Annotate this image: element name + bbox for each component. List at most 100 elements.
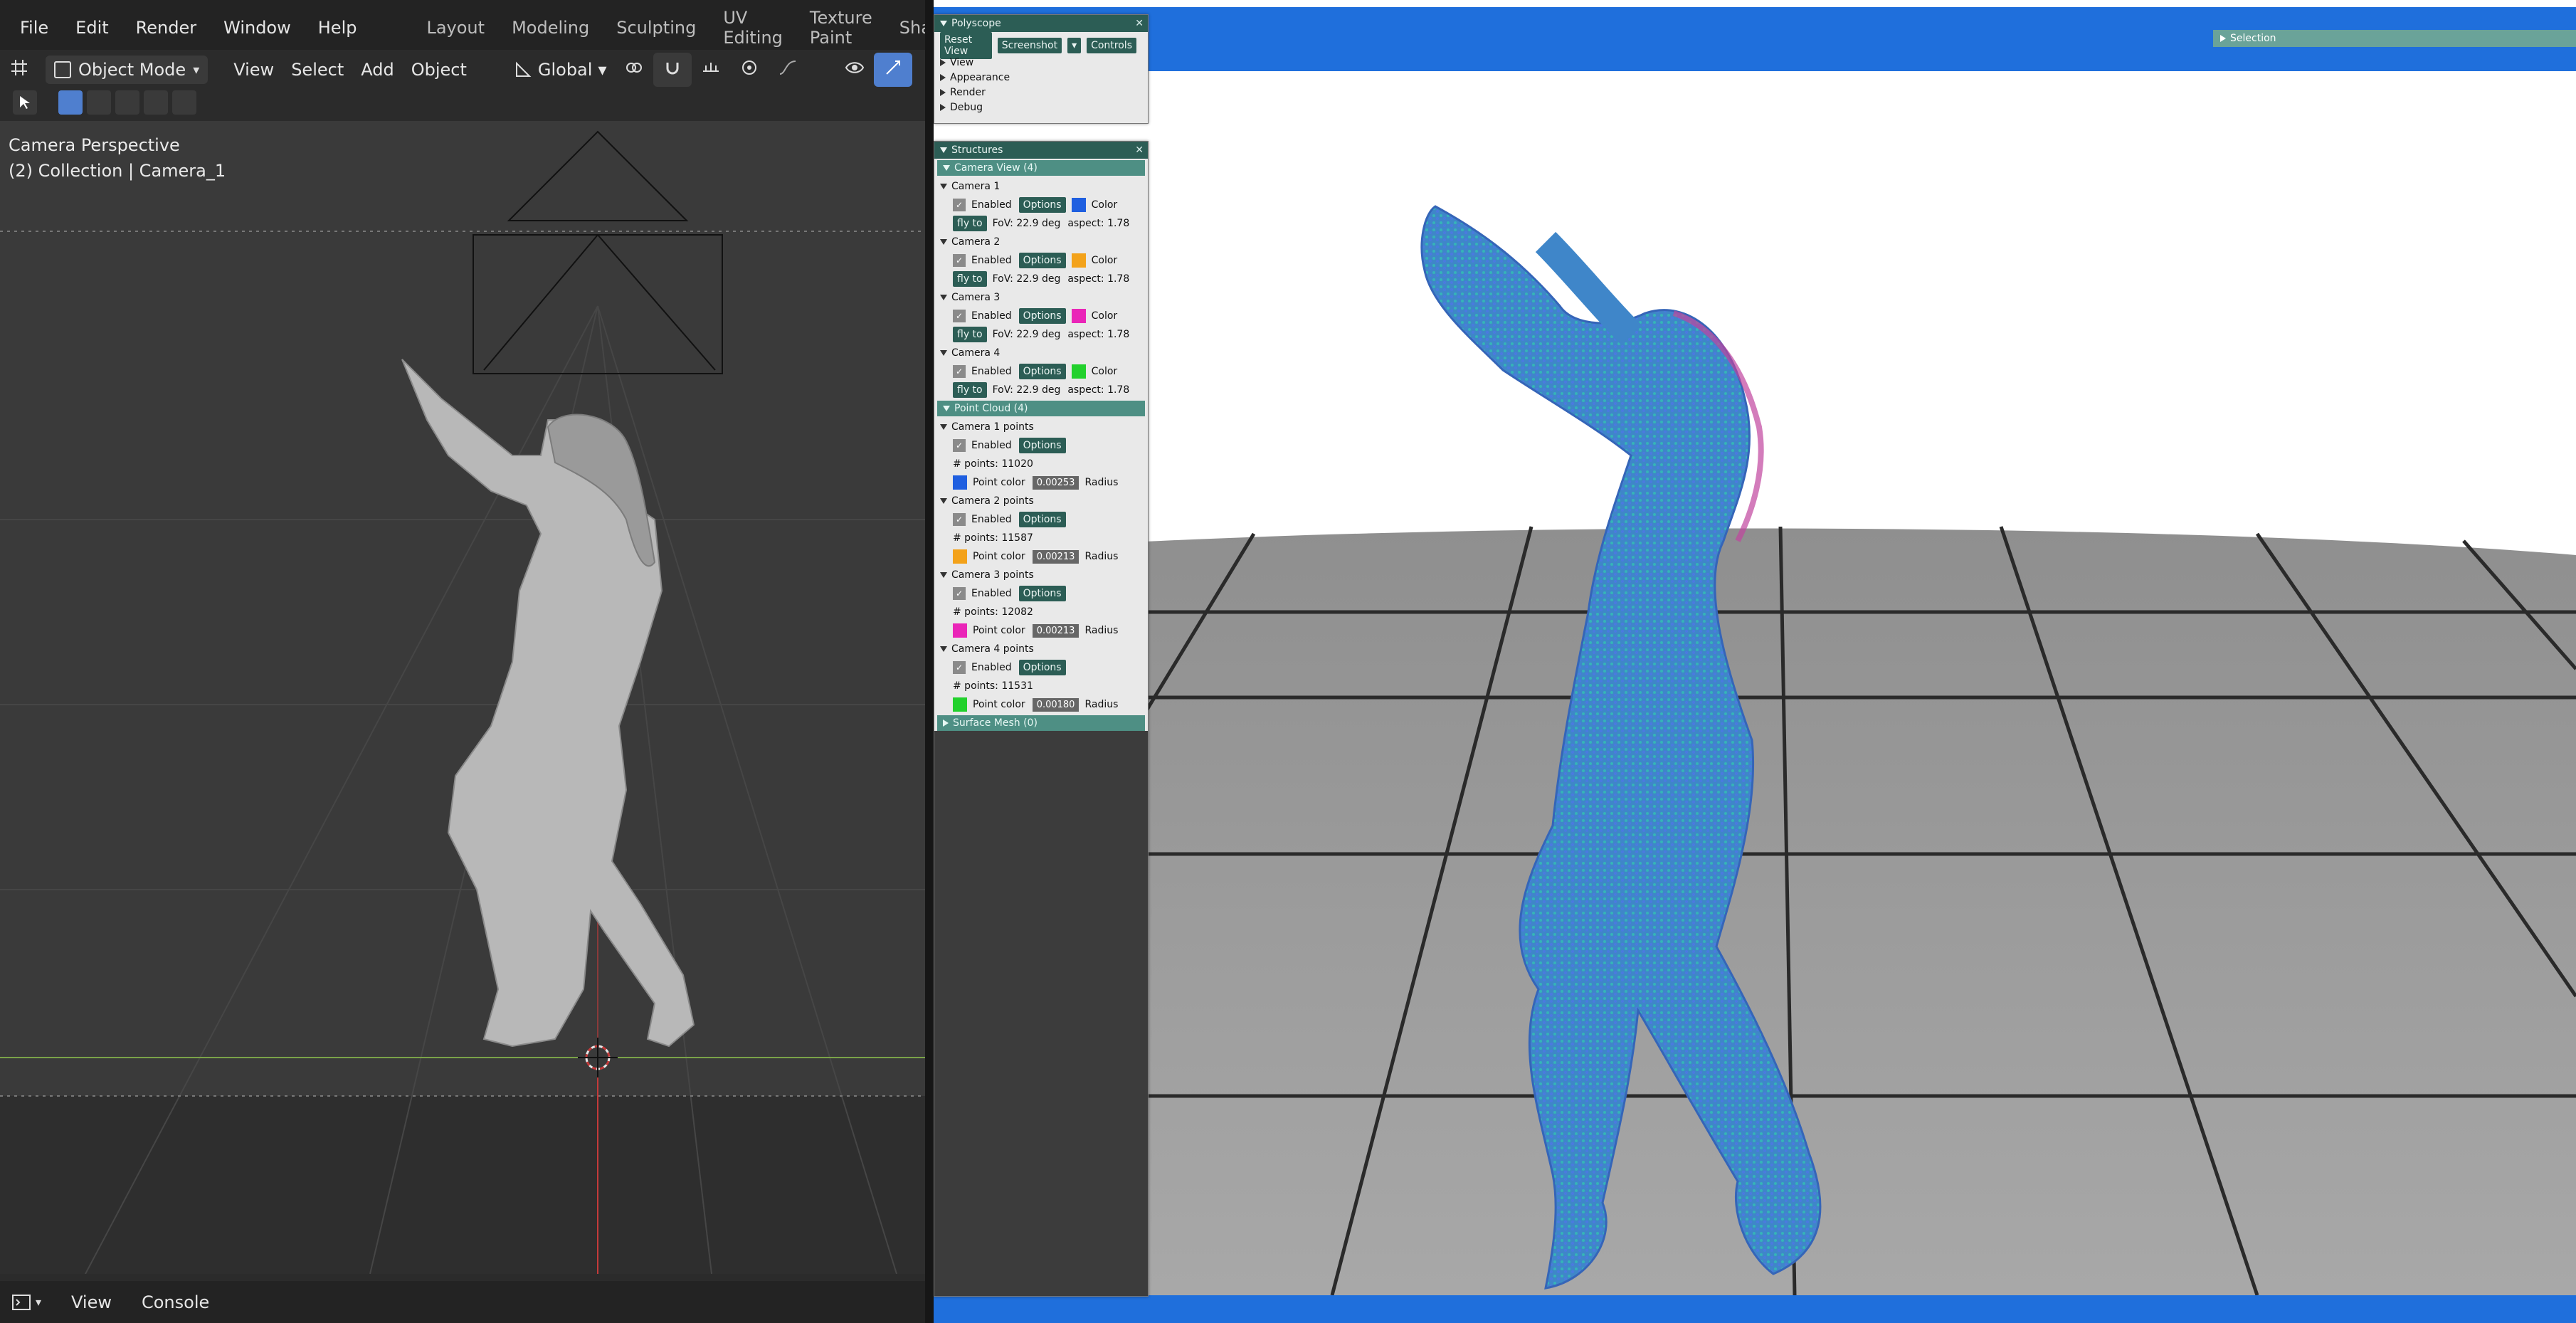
options-button[interactable]: Options xyxy=(1018,438,1066,453)
enabled-checkbox[interactable]: ✓ xyxy=(953,661,966,674)
snap-target-dropdown[interactable] xyxy=(692,53,730,87)
radius-slider[interactable]: 0.00213 xyxy=(1032,549,1080,564)
point-color-swatch[interactable] xyxy=(953,475,967,490)
enabled-checkbox[interactable]: ✓ xyxy=(953,254,966,267)
select-mode-subtract[interactable] xyxy=(115,90,139,115)
menu-view[interactable]: View xyxy=(225,56,283,84)
structures-panel-title: Structures xyxy=(951,144,1003,156)
select-mode-intersect[interactable] xyxy=(172,90,196,115)
proportional-edit-toggle[interactable] xyxy=(730,53,769,87)
enabled-checkbox[interactable]: ✓ xyxy=(953,587,966,600)
point-cloud-controls-row: ✓ Enabled Options xyxy=(940,436,1142,455)
object-mode-dropdown[interactable]: Object Mode ▾ xyxy=(46,56,208,84)
radius-slider[interactable]: 0.00213 xyxy=(1032,623,1080,638)
3d-viewport[interactable]: Camera Perspective (2) Collection | Came… xyxy=(0,121,925,1274)
appearance-tree-item[interactable]: Appearance xyxy=(940,70,1142,85)
enabled-checkbox[interactable]: ✓ xyxy=(953,513,966,526)
radius-slider[interactable]: 0.00180 xyxy=(1032,697,1080,712)
camera-item[interactable]: Camera 4 xyxy=(940,344,1142,362)
enabled-checkbox[interactable]: ✓ xyxy=(953,199,966,211)
options-button[interactable]: Options xyxy=(1018,512,1066,527)
camera-color-swatch[interactable] xyxy=(1071,364,1086,379)
point-cloud-item[interactable]: Camera 3 points xyxy=(940,566,1142,584)
workspace-tab-texture-paint[interactable]: Texture Paint xyxy=(810,8,872,48)
tool-select-button[interactable] xyxy=(13,90,37,115)
proportional-falloff-dropdown[interactable] xyxy=(769,53,807,87)
menu-render[interactable]: Render xyxy=(136,18,196,38)
fly-to-button[interactable]: fly to xyxy=(953,382,987,398)
menu-edit[interactable]: Edit xyxy=(75,18,108,38)
screenshot-dropdown[interactable]: ▾ xyxy=(1067,38,1082,53)
workspace-tab-uv-editing[interactable]: UV Editing xyxy=(723,8,783,48)
point-color-swatch[interactable] xyxy=(953,549,967,564)
editor-type-dropdown[interactable] xyxy=(0,53,38,87)
snap-toggle[interactable] xyxy=(653,53,692,87)
options-button[interactable]: Options xyxy=(1018,364,1066,379)
controls-button[interactable]: Controls xyxy=(1087,38,1136,53)
point-color-swatch[interactable] xyxy=(953,623,967,638)
camera-item[interactable]: Camera 1 xyxy=(940,177,1142,196)
point-cloud-section[interactable]: Point Cloud (4) xyxy=(937,401,1145,416)
camera-item[interactable]: Camera 3 xyxy=(940,288,1142,307)
status-view-menu[interactable]: View xyxy=(63,1288,120,1317)
pivot-dropdown[interactable] xyxy=(615,53,653,87)
screenshot-button[interactable]: Screenshot xyxy=(997,38,1062,53)
options-button[interactable]: Options xyxy=(1018,253,1066,268)
menu-help[interactable]: Help xyxy=(318,18,357,38)
gizmo-toggle[interactable] xyxy=(874,53,913,87)
viewport-scene xyxy=(0,130,925,1274)
close-icon[interactable]: ✕ xyxy=(1135,18,1144,29)
snap-increment-icon xyxy=(703,63,719,72)
point-cloud-item[interactable]: Camera 4 points xyxy=(940,640,1142,658)
point-style-row: Point color 0.00180 Radius xyxy=(940,695,1142,714)
workspace-tab-modeling[interactable]: Modeling xyxy=(512,18,589,38)
camera-color-swatch[interactable] xyxy=(1071,309,1086,323)
camera-color-swatch[interactable] xyxy=(1071,253,1086,268)
camera-color-swatch[interactable] xyxy=(1071,198,1086,212)
fly-to-button[interactable]: fly to xyxy=(953,216,987,231)
enabled-checkbox[interactable]: ✓ xyxy=(953,439,966,452)
visibility-dropdown[interactable] xyxy=(835,53,874,87)
window-divider[interactable] xyxy=(925,0,934,1323)
fly-to-button[interactable]: fly to xyxy=(953,327,987,342)
console-editor-dropdown[interactable]: ▾ xyxy=(11,1292,41,1312)
options-button[interactable]: Options xyxy=(1018,308,1066,324)
radius-label: Radius xyxy=(1084,625,1119,636)
enabled-label: Enabled xyxy=(971,440,1012,451)
menu-window[interactable]: Window xyxy=(223,18,291,38)
surface-mesh-section[interactable]: Surface Mesh (0) xyxy=(937,715,1145,731)
enabled-checkbox[interactable]: ✓ xyxy=(953,365,966,378)
select-mode-invert[interactable] xyxy=(144,90,168,115)
enabled-checkbox[interactable]: ✓ xyxy=(953,310,966,322)
render-tree-item[interactable]: Render xyxy=(940,85,1142,100)
fly-to-button[interactable]: fly to xyxy=(953,271,987,287)
selection-panel-header[interactable]: Selection xyxy=(2213,30,2576,47)
camera-item[interactable]: Camera 2 xyxy=(940,233,1142,251)
orientation-dropdown[interactable]: Global ▾ xyxy=(504,55,616,85)
status-console-menu[interactable]: Console xyxy=(133,1288,218,1317)
point-cloud-item[interactable]: Camera 2 points xyxy=(940,492,1142,510)
workspace-tab-sculpting[interactable]: Sculpting xyxy=(616,18,696,38)
options-button[interactable]: Options xyxy=(1018,660,1066,675)
menu-select[interactable]: Select xyxy=(283,56,352,84)
reset-view-button[interactable]: Reset View xyxy=(940,32,992,59)
menu-add[interactable]: Add xyxy=(352,56,402,84)
menu-object[interactable]: Object xyxy=(403,56,475,84)
polyscope-buttons-row: Reset View Screenshot ▾ Controls xyxy=(940,32,1142,59)
menu-file[interactable]: File xyxy=(20,18,48,38)
camera-controls-row: ✓ Enabled Options Color xyxy=(940,251,1142,270)
point-color-swatch[interactable] xyxy=(953,697,967,712)
radius-slider[interactable]: 0.00253 xyxy=(1032,475,1080,490)
options-button[interactable]: Options xyxy=(1018,586,1066,601)
camera-view-section[interactable]: Camera View (4) xyxy=(937,160,1145,176)
point-cloud-item[interactable]: Camera 1 points xyxy=(940,418,1142,436)
polyscope-panel-header[interactable]: Polyscope ✕ xyxy=(934,15,1148,32)
close-icon[interactable]: ✕ xyxy=(1135,144,1144,156)
workspace-tab-layout[interactable]: Layout xyxy=(426,18,485,38)
options-button[interactable]: Options xyxy=(1018,197,1066,213)
view-tree-item[interactable]: View xyxy=(940,55,1142,70)
select-mode-extend[interactable] xyxy=(87,90,111,115)
structures-panel-header[interactable]: Structures ✕ xyxy=(934,142,1148,159)
select-mode-new[interactable] xyxy=(58,90,83,115)
debug-tree-item[interactable]: Debug xyxy=(940,100,1142,115)
